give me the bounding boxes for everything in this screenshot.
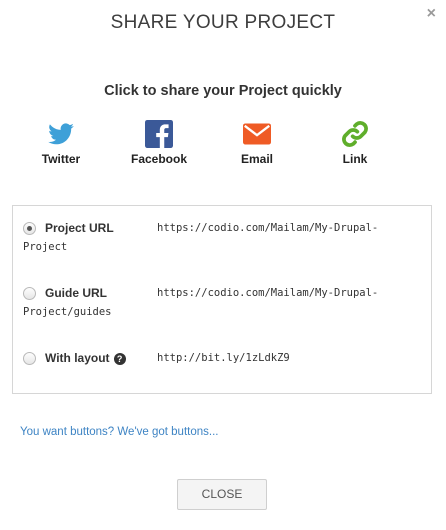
share-twitter-button[interactable]: Twitter — [26, 120, 96, 166]
url-options-panel: Project URL https://codio.com/Mailam/My-… — [12, 205, 432, 394]
with-layout-label: With layout? — [45, 351, 126, 365]
share-facebook-button[interactable]: Facebook — [124, 120, 194, 166]
share-project-dialog: SHARE YOUR PROJECT × Click to share your… — [0, 0, 446, 530]
project-url-radio[interactable] — [23, 222, 36, 235]
share-email-button[interactable]: Email — [222, 120, 292, 166]
twitter-icon — [48, 123, 74, 145]
share-twitter-label: Twitter — [41, 152, 81, 166]
guide-url-label: Guide URL — [45, 286, 107, 300]
guide-url-value-cont[interactable]: Project/guides — [23, 306, 112, 318]
with-layout-label-text: With layout — [45, 351, 110, 365]
share-facebook-label: Facebook — [130, 152, 187, 166]
project-url-value[interactable]: https://codio.com/Mailam/My-Drupal- — [157, 218, 378, 238]
share-link-label: Link — [342, 152, 368, 166]
link-icon — [342, 121, 368, 147]
guide-url-radio[interactable] — [23, 287, 36, 300]
share-email-label: Email — [240, 152, 273, 166]
with-layout-radio[interactable] — [23, 352, 36, 365]
with-layout-url-value[interactable]: http://bit.ly/1zLdkZ9 — [157, 348, 290, 368]
buttons-link[interactable]: You want buttons? We've got buttons... — [20, 426, 218, 438]
share-services: Twitter Facebook Email Link — [0, 120, 446, 170]
dialog-title: SHARE YOUR PROJECT — [110, 12, 336, 33]
facebook-icon — [145, 120, 173, 148]
close-button[interactable]: CLOSE — [177, 479, 267, 510]
help-icon[interactable]: ? — [113, 353, 126, 365]
close-icon[interactable]: × — [427, 6, 436, 22]
share-link-button[interactable]: Link — [320, 120, 390, 166]
email-icon — [243, 123, 271, 145]
share-subtitle: Click to share your Project quickly — [104, 83, 342, 99]
project-url-value-cont[interactable]: Project — [23, 241, 67, 253]
project-url-label: Project URL — [45, 221, 114, 235]
guide-url-value[interactable]: https://codio.com/Mailam/My-Drupal- — [157, 283, 378, 303]
